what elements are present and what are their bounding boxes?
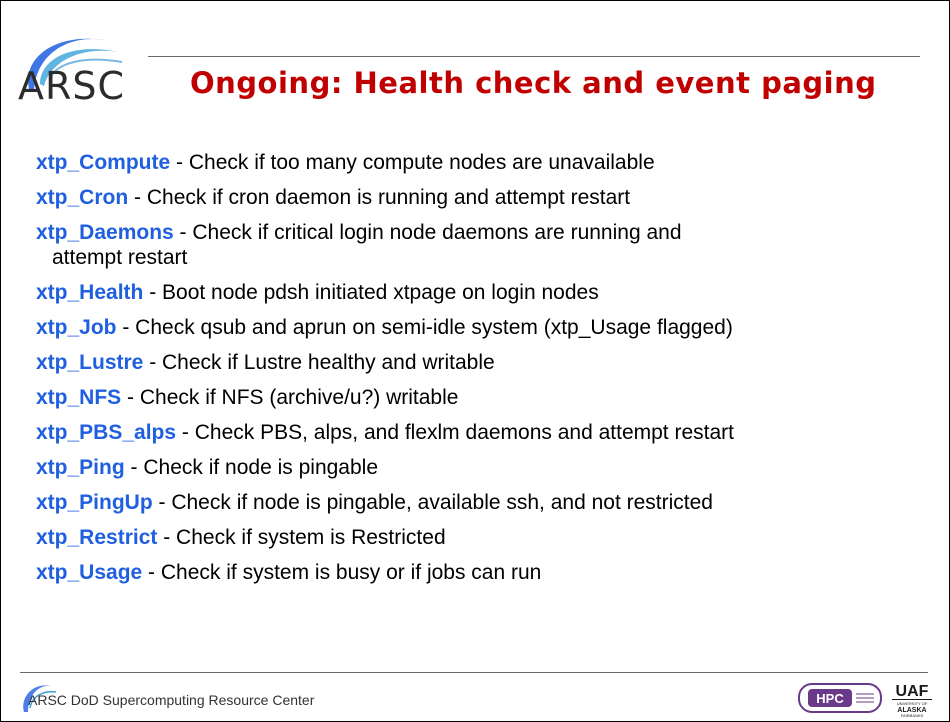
check-name: xtp_Usage	[36, 561, 143, 584]
list-item: xtp_NFS - Check if NFS (archive/u?) writ…	[36, 385, 930, 410]
check-description: - Check if critical login node daemons a…	[173, 221, 682, 244]
check-description: - Check if system is Restricted	[157, 526, 446, 549]
svg-text:UAF: UAF	[896, 683, 929, 700]
check-description: - Check if system is busy or if jobs can…	[142, 561, 542, 584]
slide-title: Ongoing: Health check and event paging	[190, 66, 877, 100]
check-name: xtp_Health	[36, 281, 144, 304]
check-description: - Check if NFS (archive/u?) writable	[121, 386, 459, 409]
uaf-logo-icon: UAF UNIVERSITY OF ALASKA FAIRBANKS	[892, 683, 932, 718]
hpc-logo-icon: HPC	[798, 683, 882, 713]
check-name: xtp_Cron	[36, 186, 129, 209]
check-description: - Check qsub and aprun on semi-idle syst…	[116, 316, 733, 339]
list-item: xtp_Lustre - Check if Lustre healthy and…	[36, 350, 930, 375]
check-description: - Check if too many compute nodes are un…	[170, 151, 655, 174]
check-description: - Boot node pdsh initiated xtpage on log…	[143, 281, 599, 304]
svg-text:FAIRBANKS: FAIRBANKS	[901, 713, 924, 718]
check-description: - Check if Lustre healthy and writable	[143, 351, 495, 374]
check-name: xtp_Lustre	[36, 351, 144, 374]
list-item: xtp_PBS_alps - Check PBS, alps, and flex…	[36, 420, 930, 445]
list-item: xtp_Cron - Check if cron daemon is runni…	[36, 185, 930, 210]
check-name: xtp_Job	[36, 316, 117, 339]
check-name: xtp_Compute	[36, 151, 171, 174]
check-name: xtp_Ping	[36, 456, 125, 479]
check-name: xtp_Restrict	[36, 526, 158, 549]
header-rule	[148, 56, 920, 57]
check-name: xtp_PingUp	[36, 491, 153, 514]
list-item: xtp_Health - Boot node pdsh initiated xt…	[36, 280, 930, 305]
footer-rule	[20, 672, 928, 673]
check-name: xtp_PBS_alps	[36, 421, 177, 444]
check-list: xtp_Compute - Check if too many compute …	[36, 150, 930, 595]
list-item: xtp_Daemons - Check if critical login no…	[36, 220, 930, 270]
list-item: xtp_Ping - Check if node is pingable	[36, 455, 930, 480]
check-name: xtp_Daemons	[36, 221, 174, 244]
check-description: - Check if node is pingable	[124, 456, 378, 479]
list-item: xtp_Usage - Check if system is busy or i…	[36, 560, 930, 585]
list-item: xtp_Job - Check qsub and aprun on semi-i…	[36, 315, 930, 340]
list-item: xtp_PingUp - Check if node is pingable, …	[36, 490, 930, 515]
list-item: xtp_Compute - Check if too many compute …	[36, 150, 930, 175]
check-description: - Check if node is pingable, available s…	[152, 491, 714, 514]
list-item: xtp_Restrict - Check if system is Restri…	[36, 525, 930, 550]
footer-text: ARSC DoD Supercomputing Resource Center	[28, 692, 315, 708]
svg-text:HPC: HPC	[816, 691, 844, 706]
svg-text:UNIVERSITY OF: UNIVERSITY OF	[897, 701, 928, 706]
check-name: xtp_NFS	[36, 386, 122, 409]
check-description-continued: attempt restart	[52, 246, 188, 269]
check-description: - Check if cron daemon is running and at…	[128, 186, 631, 209]
check-description: - Check PBS, alps, and flexlm daemons an…	[176, 421, 734, 444]
arsc-logo-text: ARSC	[18, 64, 126, 108]
